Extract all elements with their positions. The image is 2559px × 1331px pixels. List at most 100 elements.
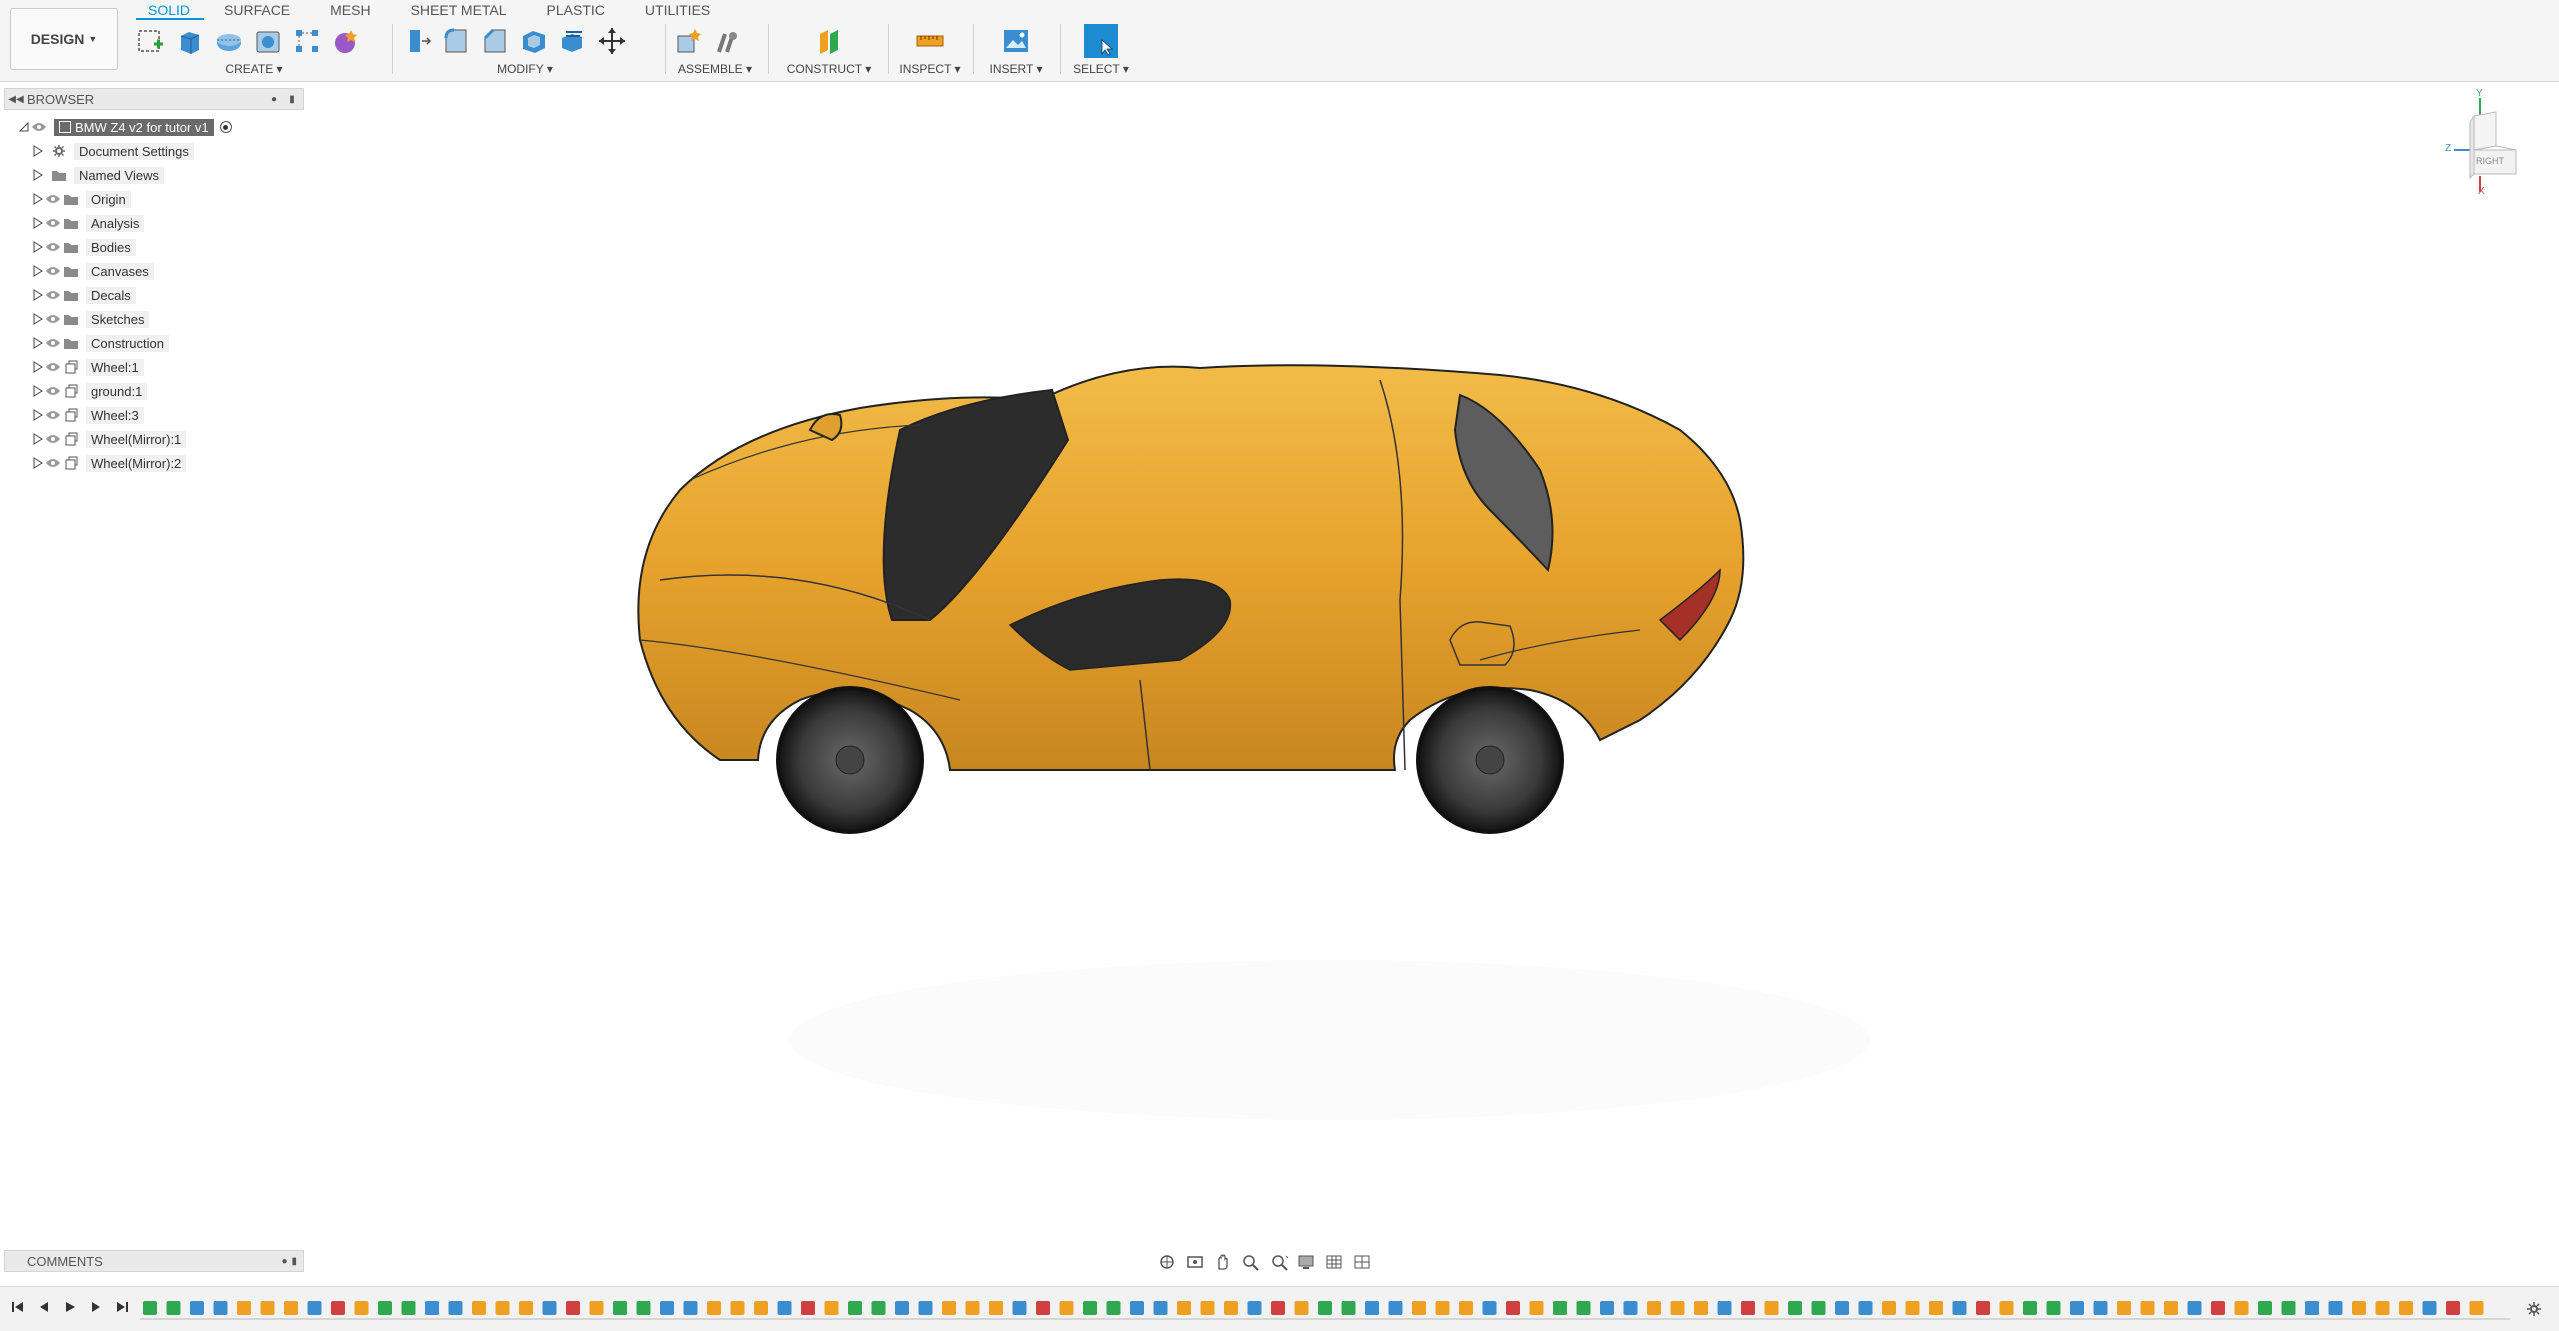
timeline-feature-icon[interactable] [2375, 1301, 2390, 1315]
timeline-feature-icon[interactable] [1999, 1301, 2014, 1315]
timeline-feature-icon[interactable] [143, 1301, 157, 1315]
timeline-feature-icon[interactable] [519, 1301, 533, 1315]
timeline-feature-icon[interactable] [1318, 1301, 1332, 1315]
tab-sheet-metal[interactable]: SHEET METAL [391, 0, 527, 20]
timeline-feature-icon[interactable] [942, 1301, 956, 1315]
select-icon[interactable] [1084, 24, 1118, 58]
timeline-feature-icon[interactable] [1764, 1301, 1779, 1315]
timeline-feature-icon[interactable] [1882, 1301, 1896, 1315]
tree-item-label[interactable]: Document Settings [74, 142, 194, 160]
timeline-feature-icon[interactable] [1529, 1301, 1544, 1315]
tree-item-label[interactable]: Named Views [74, 166, 164, 184]
chamfer-icon[interactable] [478, 24, 512, 58]
timeline-feature-icon[interactable] [1365, 1301, 1379, 1315]
visibility-eye-icon[interactable] [44, 336, 62, 350]
visibility-eye-icon[interactable] [44, 216, 62, 230]
tree-item-label[interactable]: ground:1 [86, 382, 148, 400]
timeline-feature-icon[interactable] [989, 1301, 1003, 1315]
timeline-feature-icon[interactable] [190, 1301, 204, 1315]
visibility-eye-icon[interactable] [44, 264, 62, 278]
timeline-feature-icon[interactable] [1694, 1301, 1708, 1315]
timeline-feature-icon[interactable] [2305, 1301, 2319, 1315]
tree-item-label[interactable]: Wheel:1 [86, 358, 144, 376]
joint-icon[interactable] [711, 24, 745, 58]
timeline-feature-icon[interactable] [589, 1301, 604, 1315]
timeline-feature-icon[interactable] [1388, 1301, 1403, 1315]
timeline-feature-icon[interactable] [1553, 1301, 1567, 1315]
timeline-feature-icon[interactable] [472, 1301, 486, 1315]
offset-plane-icon[interactable] [812, 24, 846, 58]
extrude-icon[interactable] [173, 24, 207, 58]
tab-surface[interactable]: SURFACE [204, 0, 310, 20]
step-forward-icon[interactable] [86, 1297, 106, 1317]
insert-canvas-icon[interactable] [999, 24, 1033, 58]
tree-item[interactable]: Construction [4, 331, 304, 355]
fit-icon[interactable] [1268, 1252, 1290, 1272]
timeline-feature-icon[interactable] [2140, 1301, 2155, 1315]
tree-item[interactable]: ground:1 [4, 379, 304, 403]
inspect-menu[interactable]: INSPECT ▾ [893, 62, 967, 76]
timeline-settings-icon[interactable] [2524, 1299, 2544, 1319]
expand-triangle-icon[interactable] [32, 409, 44, 421]
timeline-feature-icon[interactable] [1130, 1301, 1144, 1315]
visibility-eye-icon[interactable] [30, 120, 48, 134]
timeline-feature-icon[interactable] [1153, 1301, 1168, 1315]
visibility-eye-icon[interactable] [44, 456, 62, 470]
timeline-feature-icon[interactable] [1717, 1301, 1732, 1315]
go-to-end-icon[interactable] [112, 1297, 132, 1317]
timeline-feature-icon[interactable] [1294, 1301, 1309, 1315]
move-icon[interactable] [595, 24, 629, 58]
timeline-feature-icon[interactable] [2070, 1301, 2084, 1315]
timeline-feature-icon[interactable] [2117, 1301, 2131, 1315]
orbit-icon[interactable] [1156, 1252, 1178, 1272]
press-pull-icon[interactable] [400, 24, 434, 58]
expand-triangle-icon[interactable] [32, 265, 44, 277]
timeline-feature-icon[interactable] [1482, 1301, 1497, 1315]
timeline-feature-icon[interactable] [801, 1301, 815, 1315]
timeline-feature-icon[interactable] [566, 1301, 580, 1315]
timeline-feature-icon[interactable] [1858, 1301, 1873, 1315]
visibility-eye-icon[interactable] [44, 288, 62, 302]
activate-radio-icon[interactable] [219, 121, 232, 133]
comments-panel-header[interactable]: COMMENTS ● ▮ [4, 1250, 304, 1272]
create-form-icon[interactable] [329, 24, 363, 58]
assemble-menu[interactable]: ASSEMBLE ▾ [672, 62, 758, 76]
timeline-feature-icon[interactable] [331, 1301, 345, 1315]
tree-item-label[interactable]: Wheel(Mirror):2 [86, 454, 187, 472]
front-wheel[interactable] [776, 686, 924, 834]
timeline-feature-icon[interactable] [1341, 1301, 1356, 1315]
timeline-feature-icon[interactable] [1459, 1301, 1473, 1315]
tree-item[interactable]: Sketches [4, 307, 304, 331]
timeline-feature-icon[interactable] [2023, 1301, 2037, 1315]
browser-panel-header[interactable]: ◀◀ BROWSER ● ▮ [4, 88, 304, 110]
expand-triangle-icon[interactable] [32, 289, 44, 301]
tree-item[interactable]: Wheel:1 [4, 355, 304, 379]
visibility-eye-icon[interactable] [44, 432, 62, 446]
tree-item-label[interactable]: Construction [86, 334, 169, 352]
tree-item[interactable]: Canvases [4, 259, 304, 283]
tree-item-label[interactable]: Wheel(Mirror):1 [86, 430, 187, 448]
go-to-start-icon[interactable] [8, 1297, 28, 1317]
timeline-feature-icon[interactable] [307, 1301, 322, 1315]
tree-item[interactable]: Origin [4, 187, 304, 211]
timeline-feature-icon[interactable] [2093, 1301, 2108, 1315]
visibility-eye-icon[interactable] [44, 360, 62, 374]
panel-pin-icon[interactable]: ▮ [285, 92, 299, 106]
timeline-feature-icon[interactable] [2234, 1301, 2249, 1315]
timeline-feature-icon[interactable] [871, 1301, 886, 1315]
timeline-feature-icon[interactable] [2399, 1301, 2413, 1315]
timeline-feature-icon[interactable] [2469, 1301, 2484, 1315]
timeline-feature-icon[interactable] [401, 1301, 416, 1315]
collapse-triangle-icon[interactable] [18, 121, 30, 133]
timeline-feature-icon[interactable] [1905, 1301, 1920, 1315]
display-settings-icon[interactable] [1296, 1252, 1318, 1272]
tab-plastic[interactable]: PLASTIC [527, 0, 625, 20]
viewports-icon[interactable] [1352, 1252, 1374, 1272]
timeline-feature-icon[interactable] [1435, 1301, 1450, 1315]
expand-triangle-icon[interactable] [32, 361, 44, 373]
timeline-feature-icon[interactable] [284, 1301, 298, 1315]
combine-icon[interactable] [556, 24, 590, 58]
timeline-feature-icon[interactable] [378, 1301, 392, 1315]
timeline-feature-icon[interactable] [1200, 1301, 1215, 1315]
timeline-feature-icon[interactable] [2046, 1301, 2061, 1315]
